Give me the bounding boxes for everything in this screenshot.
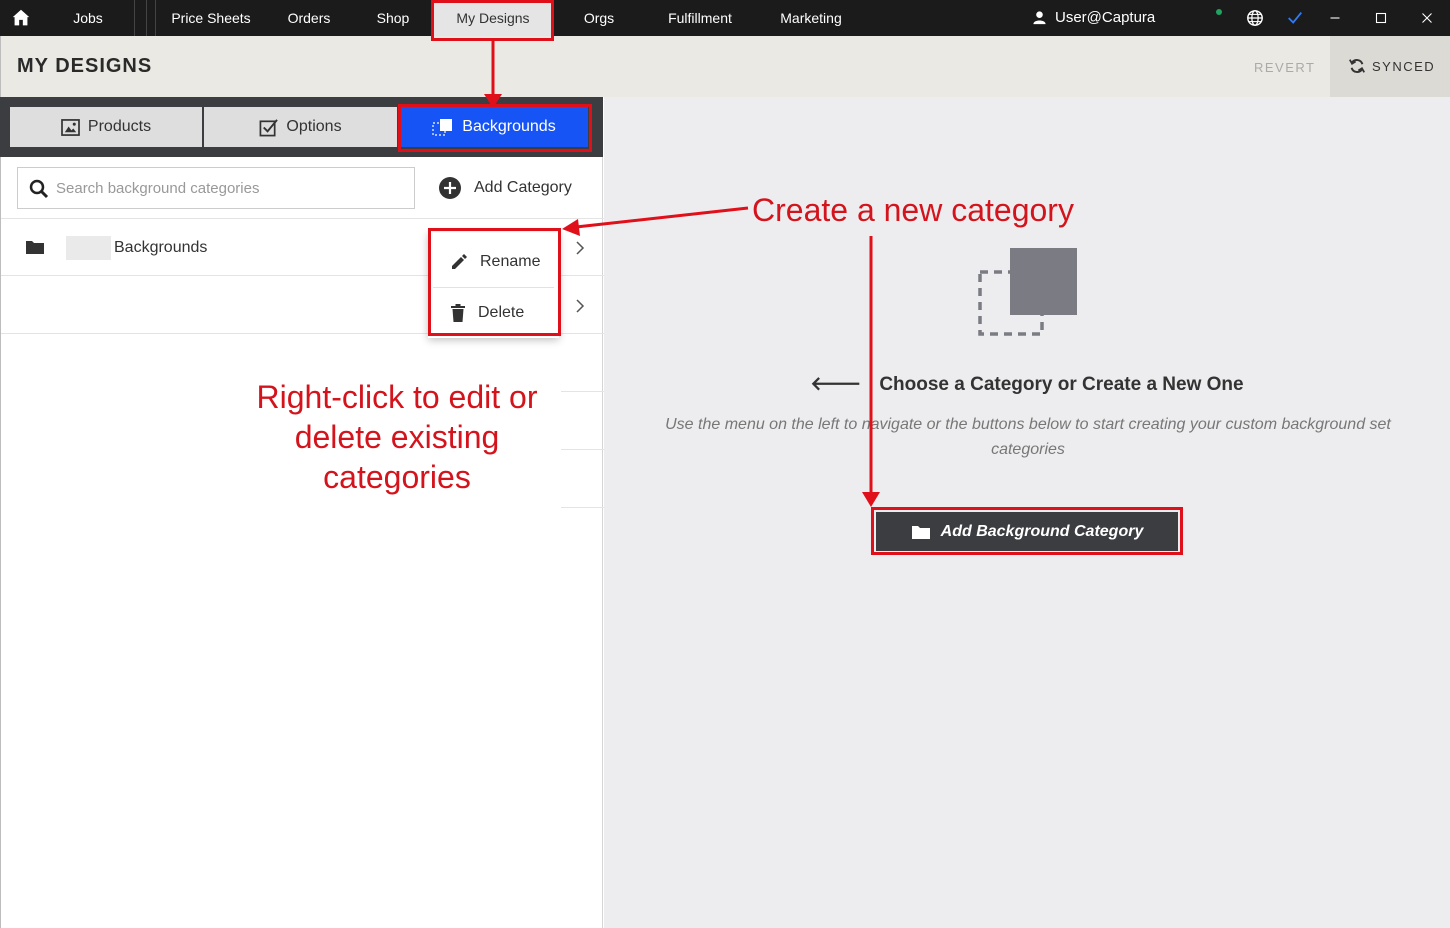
tab-backgrounds[interactable]: Backgrounds (400, 107, 588, 147)
search-icon (29, 179, 49, 199)
user-icon (1033, 11, 1046, 25)
annotation-create-category: Create a new category (752, 192, 1074, 228)
page-title: MY DESIGNS (17, 55, 153, 77)
chevron-right-icon[interactable] (573, 299, 587, 313)
tab-products[interactable]: Products (10, 107, 202, 147)
sync-icon (1349, 59, 1365, 73)
user-menu[interactable]: User@Captura (1032, 0, 1155, 36)
search-box (17, 167, 415, 209)
nav-divider (155, 0, 156, 36)
tab-options-label: Options (286, 118, 342, 135)
divider (561, 449, 604, 450)
pencil-icon (452, 253, 467, 269)
minimize-icon[interactable] (1326, 9, 1344, 27)
plus-circle-icon (439, 177, 461, 199)
page-header: MY DESIGNS REVERT SYNCED (0, 36, 1450, 97)
search-input[interactable] (56, 168, 406, 208)
nav-orgs[interactable]: Orgs (574, 0, 624, 36)
delete-label: Delete (478, 303, 525, 321)
tab-backgrounds-label: Backgrounds (462, 118, 556, 135)
nav-divider (146, 0, 147, 36)
add-category-button[interactable]: Add Category (438, 175, 572, 201)
tab-products-label: Products (87, 118, 152, 135)
synced-button[interactable]: SYNCED (1330, 36, 1450, 97)
rename-label: Rename (480, 252, 541, 270)
checkbox-icon (259, 118, 279, 136)
add-category-label: Add Category (474, 179, 572, 196)
nav-jobs[interactable]: Jobs (62, 0, 114, 36)
empty-state-description: Use the menu on the left to navigate or … (665, 416, 1391, 458)
nav-marketing[interactable]: Marketing (770, 0, 852, 36)
chevron-right-icon[interactable] (573, 241, 587, 255)
background-icon (432, 119, 453, 136)
empty-state-heading: 🡐 Choose a Category or Create a New One (604, 372, 1450, 396)
designs-tab-bar: Products Options Backgrounds (0, 97, 603, 157)
nav-my-designs[interactable]: My Designs (433, 0, 553, 36)
empty-state-title: Choose a Category or Create a New One (879, 374, 1244, 395)
background-placeholder-icon (978, 248, 1077, 336)
nav-fulfillment[interactable]: Fulfillment (657, 0, 743, 36)
nav-divider (134, 0, 135, 36)
divider (561, 391, 604, 392)
nav-orders[interactable]: Orders (280, 0, 338, 36)
user-name: User@Captura (1055, 9, 1156, 26)
globe-icon[interactable] (1246, 9, 1264, 27)
image-icon (61, 118, 80, 136)
maximize-icon[interactable] (1372, 9, 1390, 27)
home-icon[interactable] (10, 7, 32, 29)
status-dot (1216, 9, 1222, 15)
nav-shop[interactable]: Shop (366, 0, 420, 36)
folder-icon (26, 241, 44, 254)
divider (561, 507, 604, 508)
revert-button[interactable]: REVERT (1254, 60, 1316, 75)
arrow-left-icon[interactable]: 🡐 (810, 374, 861, 395)
tab-options[interactable]: Options (204, 107, 397, 147)
add-background-category-label: Add Background Category (940, 522, 1144, 540)
nav-price-sheets[interactable]: Price Sheets (160, 0, 262, 36)
folder-open-icon (911, 525, 930, 539)
category-label: Backgrounds (114, 239, 208, 256)
delete-menu-item[interactable]: Delete (428, 287, 559, 338)
synced-label: SYNCED (1372, 59, 1436, 74)
close-icon[interactable] (1418, 9, 1436, 27)
annotation-right-click: Right-click to edit or delete existing c… (256, 379, 538, 495)
category-thumbnail (66, 236, 111, 260)
context-menu: Rename Delete (428, 232, 559, 338)
rename-menu-item[interactable]: Rename (428, 236, 559, 287)
top-nav-bar: Jobs Price Sheets Orders Shop My Designs… (0, 0, 1450, 36)
check-icon (1288, 12, 1302, 24)
add-background-category-button[interactable]: Add Background Category (876, 512, 1178, 551)
trash-icon (451, 303, 465, 322)
